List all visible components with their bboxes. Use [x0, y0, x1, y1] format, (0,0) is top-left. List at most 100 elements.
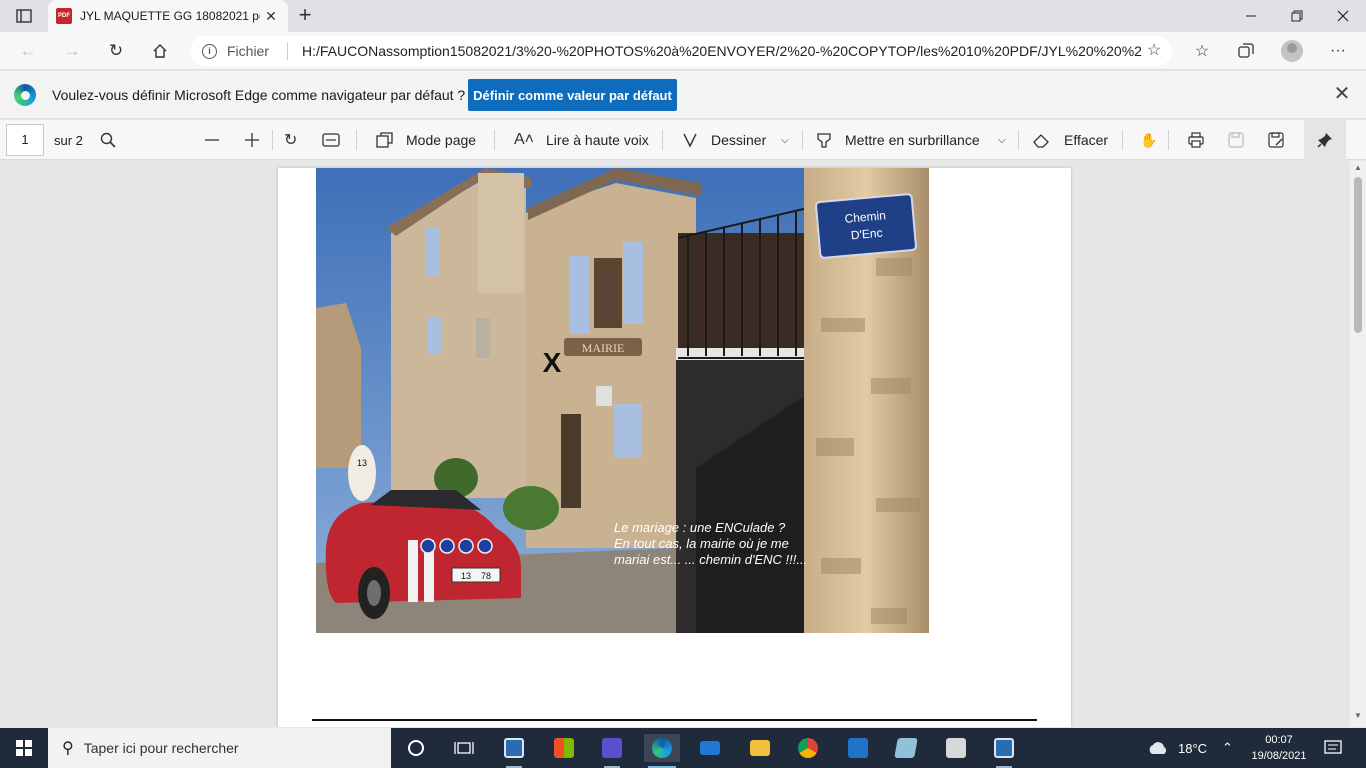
task-view-icon	[454, 742, 474, 754]
taskbar-app-chrome[interactable]	[790, 734, 826, 762]
notes-icon	[894, 738, 918, 758]
chevron-up-icon: ⌃	[1222, 740, 1233, 755]
read-aloud-label: Lire à haute voix	[546, 132, 649, 148]
vertical-scrollbar[interactable]: ▲ ▼	[1350, 161, 1366, 727]
taskbar-app-viewer[interactable]	[594, 734, 630, 768]
store-icon	[554, 738, 574, 758]
x-marker: X	[543, 347, 562, 378]
restore-icon	[1291, 10, 1303, 22]
chrome-icon	[798, 738, 818, 758]
remote-app-icon	[994, 738, 1014, 758]
taskbar-app-notes[interactable]	[888, 734, 924, 762]
back-arrow-icon: ←	[19, 41, 37, 60]
draw-label: Dessiner	[711, 132, 767, 148]
draw-button[interactable]: Dessiner	[682, 127, 766, 153]
info-icon[interactable]: i	[202, 43, 217, 59]
infobar-close-button[interactable]: ✕	[1330, 83, 1354, 107]
highlight-options-dropdown[interactable]: ⌵	[998, 127, 1006, 153]
read-aloud-button[interactable]: A˄ Lire à haute voix	[514, 127, 649, 153]
save-as-button[interactable]	[1268, 127, 1284, 153]
notifications-button[interactable]	[1324, 728, 1342, 768]
new-tab-button[interactable]: +	[292, 4, 318, 28]
pin-icon	[1317, 133, 1332, 148]
minimize-button[interactable]	[1228, 0, 1274, 32]
erase-button[interactable]: Effacer	[1032, 127, 1108, 153]
profile-button[interactable]	[1278, 38, 1306, 64]
home-button[interactable]	[146, 38, 174, 64]
temperature-label: 18°C	[1178, 740, 1208, 756]
zoom-out-button[interactable]	[204, 127, 220, 153]
taskbar-app-edge[interactable]	[644, 734, 680, 768]
fit-width-button[interactable]	[322, 127, 340, 153]
scroll-up-arrow-icon[interactable]: ▲	[1350, 163, 1366, 177]
browser-tab[interactable]: PDF JYL MAQUETTE GG 18082021 po ✕	[48, 0, 288, 32]
taskbar-app-remote-2[interactable]	[986, 734, 1022, 768]
restore-button[interactable]	[1274, 0, 1320, 32]
pdf-page: MAIRIE Chemin D'Enc 13 13 78 X Le mariag…	[278, 168, 1071, 727]
task-view-button[interactable]	[446, 734, 482, 762]
eraser-icon	[1033, 134, 1049, 148]
clock[interactable]: 00:07 19/08/2021	[1246, 732, 1312, 764]
start-button[interactable]	[0, 728, 48, 768]
taskbar-app-mail[interactable]	[692, 734, 728, 762]
refresh-button[interactable]: ↻	[102, 38, 130, 64]
clock-time: 00:07	[1265, 734, 1293, 746]
save-icon	[1228, 132, 1244, 148]
read-aloud-icon: A˄	[514, 131, 535, 148]
taskbar-app-photos[interactable]	[840, 734, 876, 762]
close-window-button[interactable]	[1320, 0, 1366, 32]
set-default-button[interactable]: Définir comme valeur par défaut	[468, 79, 677, 111]
favorites-button[interactable]: ☆	[1188, 38, 1216, 64]
draw-options-dropdown[interactable]: ⌵	[781, 127, 789, 153]
collections-icon	[1238, 43, 1254, 58]
rotate-button[interactable]: ↻	[284, 127, 307, 153]
search-button[interactable]	[100, 127, 116, 153]
cortana-button[interactable]	[398, 734, 434, 762]
url-separator	[287, 42, 289, 60]
title-bar: PDF JYL MAQUETTE GG 18082021 po ✕ +	[0, 0, 1366, 32]
remote-app-icon	[504, 738, 524, 758]
page-number-input[interactable]: 1	[6, 124, 44, 156]
touch-writing-button[interactable]: ✋	[1140, 127, 1157, 153]
settings-menu-button[interactable]: ···	[1324, 38, 1352, 64]
print-button[interactable]	[1188, 127, 1204, 153]
tab-close-button[interactable]: ✕	[262, 8, 280, 25]
pin-toolbar-button[interactable]	[1304, 120, 1346, 160]
add-favorite-icon[interactable]: ☆	[1144, 42, 1164, 60]
tab-title: JYL MAQUETTE GG 18082021 po	[80, 9, 260, 23]
zoom-in-button[interactable]	[244, 127, 260, 153]
page-view-label: Mode page	[406, 132, 477, 148]
show-hidden-icons-button[interactable]: ⌃	[1222, 728, 1233, 768]
license-plate: 13 78	[461, 571, 491, 581]
mairie-sign: MAIRIE	[582, 341, 625, 355]
tab-actions-button[interactable]	[10, 6, 38, 26]
taskbar-app-scanner[interactable]	[938, 734, 974, 762]
page-view-button[interactable]: Mode page	[376, 127, 476, 153]
caption-line-2: En tout cas, la mairie où je me	[614, 536, 789, 551]
taskbar-app-remote[interactable]	[496, 734, 532, 768]
print-icon	[1188, 132, 1204, 148]
caption-line-1: Le mariage : une ENCulade ?	[614, 520, 786, 535]
search-icon: ⚲	[62, 740, 74, 757]
collections-button[interactable]	[1232, 38, 1260, 64]
edge-logo-icon	[14, 84, 36, 106]
pdf-viewer[interactable]: MAIRIE Chemin D'Enc 13 13 78 X Le mariag…	[0, 161, 1350, 727]
save-button[interactable]	[1228, 127, 1244, 153]
scrollbar-thumb[interactable]	[1354, 177, 1362, 333]
url-field[interactable]: i Fichier H:/FAUCONassomption15082021/3%…	[190, 36, 1172, 66]
toolbar-divider	[494, 130, 495, 150]
village-photo: MAIRIE Chemin D'Enc 13 13 78 X Le mariag…	[316, 168, 929, 633]
more-icon: ···	[1330, 42, 1346, 59]
highlight-label: Mettre en surbrillance	[845, 132, 980, 148]
taskbar-app-store[interactable]	[546, 734, 582, 762]
scroll-down-arrow-icon[interactable]: ▼	[1350, 711, 1366, 725]
toolbar-divider	[662, 130, 663, 150]
edge-icon	[652, 738, 672, 758]
highlight-button[interactable]: Mettre en surbrillance	[816, 127, 980, 153]
url-text[interactable]: H:/FAUCONassomption15082021/3%20-%20PHOT…	[302, 43, 1142, 59]
weather-widget[interactable]: 18°C	[1146, 728, 1207, 768]
back-button[interactable]: ←	[14, 38, 42, 64]
forward-button[interactable]: →	[58, 38, 86, 64]
taskbar-search[interactable]: ⚲ Taper ici pour rechercher	[48, 728, 391, 768]
taskbar-app-explorer[interactable]	[742, 734, 778, 762]
